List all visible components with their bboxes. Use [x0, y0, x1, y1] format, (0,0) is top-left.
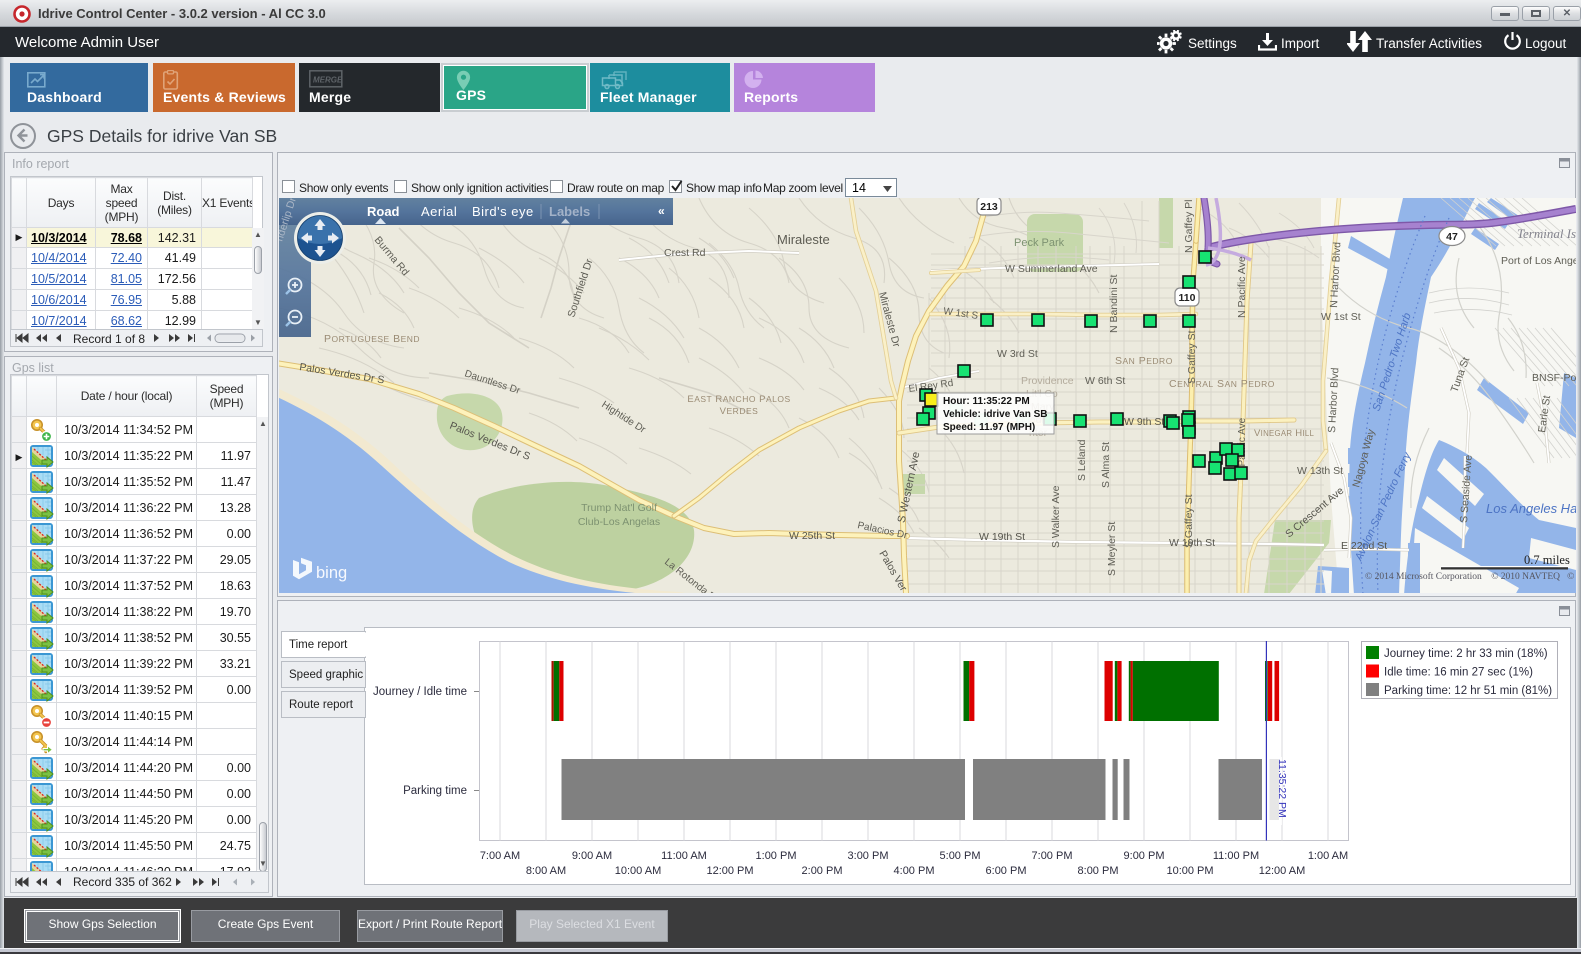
- svg-text:2:00 PM: 2:00 PM: [802, 865, 843, 877]
- svg-text:EAST RANCHO PALOS: EAST RANCHO PALOS: [687, 394, 790, 405]
- svg-text:BNSF-Port: BNSF-Port: [1532, 372, 1576, 384]
- svg-text:1:00 AM: 1:00 AM: [1308, 850, 1348, 862]
- svg-text:«: «: [658, 204, 665, 218]
- svg-text:4:00 PM: 4:00 PM: [894, 865, 935, 877]
- svg-text:PORTUGUESE BEND: PORTUGUESE BEND: [324, 333, 420, 345]
- svg-text:Aerial: Aerial: [421, 204, 457, 219]
- svg-text:VERDES: VERDES: [720, 406, 759, 417]
- svg-text:Hour: 11:35:22 PM: Hour: 11:35:22 PM: [943, 396, 1030, 407]
- svg-text:12:00 AM: 12:00 AM: [1259, 865, 1305, 877]
- svg-text:Vehicle: idrive Van SB: Vehicle: idrive Van SB: [943, 409, 1048, 420]
- svg-text:Miraleste: Miraleste: [777, 232, 830, 247]
- svg-text:7:00 AM: 7:00 AM: [480, 850, 520, 862]
- svg-text:S Alma St: S Alma St: [1100, 442, 1112, 488]
- svg-text:10:00 PM: 10:00 PM: [1166, 865, 1213, 877]
- svg-text:W 1st St: W 1st St: [1321, 311, 1361, 323]
- svg-text:Los Angeles Harb: Los Angeles Harb: [1486, 501, 1576, 516]
- svg-text:Terminal Is: Terminal Is: [1517, 226, 1576, 241]
- svg-text:S Meyler St: S Meyler St: [1106, 522, 1118, 576]
- svg-text:11:00 PM: 11:00 PM: [1213, 850, 1259, 862]
- svg-text:© 2014 Microsoft Corporation: © 2014 Microsoft Corporation © 2010 NAVT…: [1365, 571, 1576, 582]
- svg-text:N Bandini St: N Bandini St: [1108, 275, 1120, 333]
- svg-text:W 25th St: W 25th St: [789, 530, 835, 542]
- svg-text:Journey / Idle time: Journey / Idle time: [373, 686, 467, 698]
- svg-text:Labels: Labels: [549, 204, 590, 219]
- svg-text:SAN PEDRO: SAN PEDRO: [1115, 355, 1173, 367]
- svg-text:Speed: 11.97 (MPH): Speed: 11.97 (MPH): [943, 422, 1035, 433]
- svg-text:CENTRAL SAN PEDRO: CENTRAL SAN PEDRO: [1169, 378, 1275, 390]
- svg-text:N Gaffey Pl: N Gaffey Pl: [1183, 200, 1195, 254]
- svg-text:W 1st S: W 1st S: [943, 306, 980, 322]
- svg-text:Bird's eye: Bird's eye: [472, 204, 534, 219]
- svg-text:Burma Rd: Burma Rd: [372, 234, 412, 278]
- svg-text:Parking time: Parking time: [403, 785, 467, 797]
- svg-text:6:00 PM: 6:00 PM: [986, 865, 1027, 877]
- svg-text:Road: Road: [367, 204, 400, 219]
- svg-text:Peck Park: Peck Park: [1014, 237, 1065, 249]
- svg-text:W 9th St: W 9th St: [1124, 416, 1164, 428]
- svg-text:W Summerland Ave: W Summerland Ave: [1005, 263, 1098, 275]
- svg-text:W 3rd St: W 3rd St: [997, 348, 1038, 360]
- svg-text:S Gaffey St: S Gaffey St: [1183, 494, 1195, 548]
- svg-text:47: 47: [1446, 231, 1458, 243]
- svg-text:1:00 PM: 1:00 PM: [756, 850, 797, 862]
- svg-text:S Gaffey St: S Gaffey St: [1186, 330, 1198, 384]
- svg-text:8:00 AM: 8:00 AM: [526, 865, 566, 877]
- svg-text:S Leland: S Leland: [1076, 439, 1088, 481]
- svg-text:S Walker Ave: S Walker Ave: [1050, 485, 1062, 548]
- svg-text:Southfield Dr: Southfield Dr: [565, 257, 595, 319]
- svg-text:Crest Rd: Crest Rd: [664, 247, 706, 259]
- svg-text:3:00 PM: 3:00 PM: [848, 850, 889, 862]
- svg-text:bing: bing: [316, 564, 347, 582]
- svg-text:MERGE: MERGE: [313, 76, 343, 85]
- svg-text:W 6th St: W 6th St: [1085, 375, 1125, 387]
- svg-text:Time report: Time report: [289, 639, 348, 651]
- svg-text:Dauntless Dr: Dauntless Dr: [463, 368, 522, 397]
- svg-text:La Rotonda Dr: La Rotonda Dr: [662, 557, 721, 593]
- svg-text:W 13th St: W 13th St: [1297, 465, 1343, 477]
- svg-text:Palos Verdes Dr S: Palos Verdes Dr S: [299, 361, 386, 386]
- svg-text:Parking time: 12 hr 51 min (81: Parking time: 12 hr 51 min (81%): [1384, 685, 1552, 697]
- svg-text:Hightide Dr: Hightide Dr: [599, 399, 648, 436]
- svg-text:VINEGAR HILL: VINEGAR HILL: [1254, 428, 1315, 439]
- svg-text:213: 213: [980, 201, 998, 213]
- svg-text:N Pacific Ave: N Pacific Ave: [1236, 256, 1248, 318]
- svg-text:5:00 PM: 5:00 PM: [940, 850, 981, 862]
- svg-text:9:00 AM: 9:00 AM: [572, 850, 612, 862]
- svg-text:7:00 PM: 7:00 PM: [1032, 850, 1073, 862]
- svg-text:110: 110: [1179, 292, 1196, 304]
- svg-text:Providence: Providence: [1021, 375, 1074, 387]
- svg-text:W 19th St: W 19th St: [979, 531, 1025, 543]
- svg-text:Club-Los Angelas: Club-Los Angelas: [578, 516, 660, 528]
- svg-text:Route report: Route report: [289, 699, 354, 711]
- svg-text:Port of Los Angel: Port of Los Angel: [1501, 255, 1576, 267]
- svg-text:Trump Nat'l Golf: Trump Nat'l Golf: [581, 502, 657, 514]
- svg-text:11:35:22 PM: 11:35:22 PM: [1276, 759, 1288, 818]
- svg-text:8:00 PM: 8:00 PM: [1078, 865, 1119, 877]
- svg-text:9:00 PM: 9:00 PM: [1124, 850, 1165, 862]
- svg-text:Idle time: 16 min 27 sec (1%): Idle time: 16 min 27 sec (1%): [1384, 667, 1533, 679]
- svg-text:0.7 miles: 0.7 miles: [1524, 553, 1570, 567]
- svg-text:12:00 PM: 12:00 PM: [706, 865, 753, 877]
- svg-text:Journey time: 2 hr 33 min (18%: Journey time: 2 hr 33 min (18%): [1384, 648, 1548, 660]
- svg-text:10:00 AM: 10:00 AM: [615, 865, 661, 877]
- svg-text:Speed graphic: Speed graphic: [289, 669, 363, 681]
- svg-text:11:00 AM: 11:00 AM: [661, 850, 707, 862]
